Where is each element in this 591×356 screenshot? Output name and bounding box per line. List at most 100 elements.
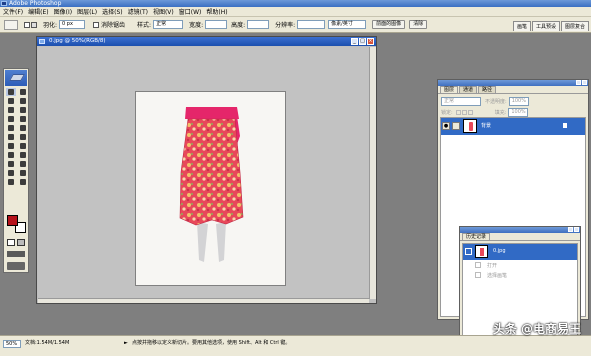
history-state-icon bbox=[475, 262, 481, 268]
notes-tool-icon[interactable] bbox=[6, 169, 16, 177]
palette-tab-brushes[interactable]: 画笔 bbox=[512, 21, 531, 31]
history-close-icon[interactable] bbox=[574, 227, 579, 232]
tab-history[interactable]: 历史记录 bbox=[462, 233, 491, 240]
rect-marquee-tool-icon[interactable] bbox=[6, 88, 16, 96]
history-thumbnail-skirt bbox=[480, 248, 484, 256]
dodge-tool-icon[interactable] bbox=[18, 142, 28, 150]
history-state-row[interactable]: 选择画笔 bbox=[463, 271, 577, 280]
history-minimize-icon[interactable] bbox=[568, 227, 573, 232]
canvas-area[interactable] bbox=[38, 47, 369, 299]
vertical-scrollbar[interactable] bbox=[369, 47, 376, 299]
panel-minimize-icon[interactable] bbox=[576, 80, 581, 85]
fill-label: 填充: bbox=[494, 110, 507, 116]
feather-input[interactable]: 0 px bbox=[59, 20, 86, 29]
menu-view[interactable]: 视图(V) bbox=[153, 7, 174, 16]
photoshop-logo-icon bbox=[1, 1, 7, 6]
move-tool-icon[interactable] bbox=[18, 88, 28, 96]
new-selection-icon[interactable] bbox=[24, 21, 30, 28]
zoom-field[interactable]: 50% bbox=[3, 340, 21, 348]
toolbox bbox=[3, 68, 29, 273]
menu-file[interactable]: 文件(F) bbox=[3, 7, 23, 16]
horizontal-scrollbar[interactable] bbox=[38, 298, 369, 303]
unit-select[interactable]: 像素/英寸 bbox=[328, 20, 367, 29]
clone-stamp-tool-icon[interactable] bbox=[6, 124, 16, 132]
opacity-input[interactable]: 100% bbox=[508, 97, 529, 106]
tab-channels[interactable]: 通道 bbox=[459, 86, 478, 93]
menu-filter[interactable]: 滤镜(T) bbox=[128, 7, 148, 16]
history-snapshot-thumbnail bbox=[475, 245, 488, 258]
menu-help[interactable]: 帮助(H) bbox=[206, 7, 227, 16]
document-size-info[interactable]: 文档:1.54M/1.54M bbox=[25, 340, 69, 348]
style-select[interactable]: 正常 bbox=[153, 20, 184, 29]
lock-transparency-icon[interactable] bbox=[455, 110, 461, 115]
screen-mode-icon[interactable] bbox=[7, 251, 25, 257]
history-state-row[interactable]: 打开 bbox=[463, 261, 577, 270]
eraser-tool-icon[interactable] bbox=[6, 133, 16, 141]
pen-tool-icon[interactable] bbox=[6, 160, 16, 168]
blend-row: 正常 不透明度: 100% bbox=[441, 97, 529, 106]
jump-to-imageready-icon[interactable] bbox=[7, 262, 25, 270]
menu-edit[interactable]: 编辑(E) bbox=[28, 7, 48, 16]
palette-tab-layer-comps[interactable]: 图层复合 bbox=[560, 21, 589, 31]
history-brush-source-icon[interactable] bbox=[465, 248, 472, 255]
document-title-bar[interactable]: 0.jpg @ 50%(RGB/8) _ □ × bbox=[37, 37, 376, 46]
tab-paths[interactable]: 路径 bbox=[478, 86, 497, 93]
resolution-input[interactable] bbox=[297, 20, 326, 29]
menu-select[interactable]: 选择(S) bbox=[102, 7, 123, 16]
tool-grid bbox=[4, 87, 28, 186]
menu-image[interactable]: 图像(I) bbox=[54, 7, 72, 16]
shape-tool-icon[interactable] bbox=[18, 160, 28, 168]
front-image-button[interactable]: 前面的图像 bbox=[372, 20, 406, 29]
document-title: 0.jpg @ 50%(RGB/8) bbox=[49, 38, 106, 44]
add-selection-icon[interactable] bbox=[31, 21, 37, 28]
layers-panel-header[interactable] bbox=[438, 80, 588, 86]
path-selection-tool-icon[interactable] bbox=[6, 151, 16, 159]
tool-preset-picker-icon[interactable] bbox=[4, 19, 18, 30]
height-input[interactable] bbox=[247, 20, 270, 29]
slice-tool-icon[interactable] bbox=[18, 106, 28, 114]
panel-close-icon[interactable] bbox=[582, 80, 587, 85]
hand-tool-icon[interactable] bbox=[6, 178, 16, 186]
antialias-checkbox[interactable] bbox=[93, 21, 100, 28]
healing-brush-tool-icon[interactable] bbox=[6, 115, 16, 123]
layer-row-background[interactable]: ● 背景 bbox=[441, 118, 585, 135]
menu-layer[interactable]: 图层(L) bbox=[77, 7, 97, 16]
lock-row: 锁定: 填充: 100% bbox=[441, 108, 529, 117]
crop-tool-icon[interactable] bbox=[6, 106, 16, 114]
layer-visibility-eye-icon[interactable]: ● bbox=[442, 122, 450, 130]
foreground-color-swatch[interactable] bbox=[7, 215, 18, 226]
lock-pixels-icon[interactable] bbox=[461, 110, 467, 115]
marquee-mode-icons[interactable] bbox=[24, 21, 37, 28]
zoom-tool-icon[interactable] bbox=[18, 178, 28, 186]
lasso-tool-icon[interactable] bbox=[6, 97, 16, 105]
eyedropper-tool-icon[interactable] bbox=[18, 169, 28, 177]
adobe-feather-icon bbox=[8, 74, 26, 81]
minimize-icon[interactable]: _ bbox=[351, 38, 358, 45]
status-arrow-icon[interactable]: ► bbox=[124, 340, 128, 348]
quickmask-mode-icon[interactable] bbox=[17, 239, 25, 246]
tab-layers[interactable]: 图层 bbox=[440, 86, 459, 93]
blend-mode-select[interactable]: 正常 bbox=[441, 97, 481, 106]
lock-position-icon[interactable] bbox=[467, 110, 473, 115]
document-image[interactable] bbox=[135, 91, 286, 286]
resolution-label: 分辨率: bbox=[275, 22, 296, 29]
magic-wand-tool-icon[interactable] bbox=[18, 97, 28, 105]
fill-input[interactable]: 100% bbox=[508, 108, 529, 117]
type-tool-icon[interactable] bbox=[18, 151, 28, 159]
history-brush-tool-icon[interactable] bbox=[18, 124, 28, 132]
history-state-icon bbox=[475, 272, 481, 278]
width-input[interactable] bbox=[205, 20, 228, 29]
menu-window[interactable]: 窗口(W) bbox=[179, 7, 202, 16]
brush-tool-icon[interactable] bbox=[18, 115, 28, 123]
maximize-icon[interactable]: □ bbox=[359, 38, 366, 45]
blur-tool-icon[interactable] bbox=[6, 142, 16, 150]
close-icon[interactable]: × bbox=[367, 38, 374, 45]
gradient-tool-icon[interactable] bbox=[18, 133, 28, 141]
layer-link-brush-icon[interactable] bbox=[452, 122, 460, 130]
palette-tab-tool-presets[interactable]: 工具预设 bbox=[531, 21, 560, 31]
quickmask-standard-icon[interactable] bbox=[7, 239, 15, 246]
height-label: 高度: bbox=[231, 22, 246, 29]
clear-button[interactable]: 清除 bbox=[409, 20, 428, 29]
history-snapshot-row[interactable]: 0.jpg bbox=[463, 244, 577, 260]
history-panel-header[interactable] bbox=[460, 227, 580, 233]
